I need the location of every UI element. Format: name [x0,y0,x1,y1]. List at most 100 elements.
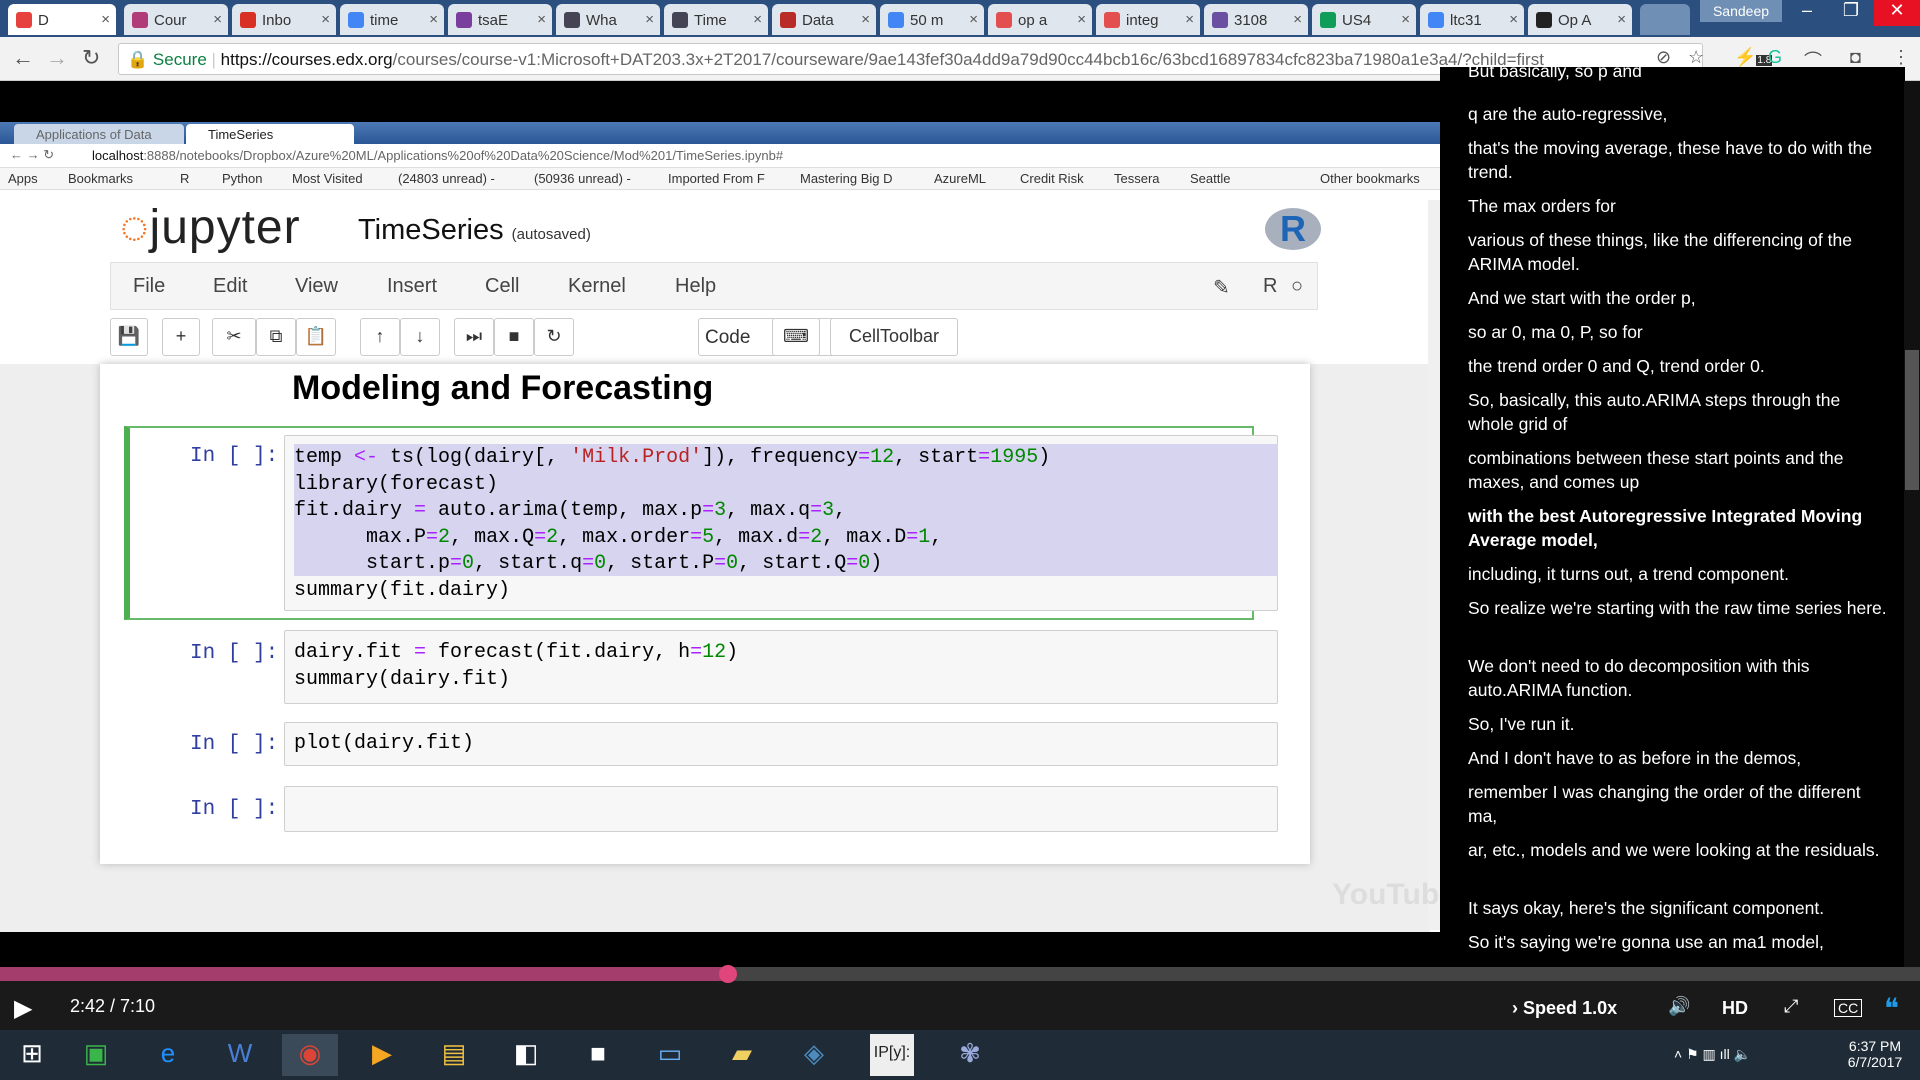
fullscreen-icon[interactable]: ⤢ [1784,996,1798,1017]
close-icon[interactable]: × [213,11,222,28]
move-up-icon: ↑ [360,318,400,356]
transcript-line-current[interactable]: with the best Autoregressive Integrated … [1468,504,1888,552]
transcript-line[interactable]: ar, etc., models and we were looking at … [1468,838,1888,862]
transcript-scroll-thumb[interactable] [1905,350,1919,490]
tab-data[interactable]: Data × [772,4,876,35]
site-icon [1212,12,1228,28]
forward-icon[interactable]: → [46,45,68,71]
tab-what[interactable]: Wha × [556,4,660,35]
close-icon[interactable]: × [645,11,654,28]
tab-op[interactable]: op a × [988,4,1092,35]
close-icon[interactable]: × [1293,11,1302,28]
start-icon[interactable]: ⊞ [4,1034,60,1076]
transcript-line[interactable]: So realize we're starting with the raw t… [1468,596,1888,620]
maximize-icon[interactable]: ❐ [1830,0,1872,26]
tab-inbox[interactable]: Inbo × [232,4,336,35]
transcript-line[interactable]: q are the auto-regressive, [1468,102,1888,126]
extension-icon[interactable]: ⚡1.8 [1734,47,1773,68]
explorer-icon[interactable]: ▤ [426,1034,482,1076]
tab-timeseries[interactable]: Time × [664,4,768,35]
play-icon[interactable]: ▶ [14,994,32,1023]
cell-prompt: In [ ]: [190,798,279,821]
store-icon[interactable]: ▣ [68,1034,124,1076]
close-window-icon[interactable]: ✕ [1874,0,1920,26]
transcript-line[interactable]: We don't need to do decomposition with t… [1468,654,1888,702]
transcript-line[interactable]: the trend order 0 and Q, trend order 0. [1468,354,1888,378]
close-icon[interactable]: × [1401,11,1410,28]
app-icon[interactable]: ◧ [498,1034,554,1076]
transcript-line[interactable]: combinations between these start points … [1468,446,1888,494]
clock[interactable]: 6:37 PM 6/7/2017 [1840,1038,1910,1070]
transcript-line[interactable]: So it's saying we're gonna use an ma1 mo… [1468,930,1888,954]
terminal-icon[interactable]: ■ [570,1034,626,1076]
captions-button[interactable]: CC [1834,999,1863,1017]
chrome-icon[interactable]: ◉ [282,1034,338,1076]
google-icon [888,12,904,28]
python-icon[interactable]: ◈ [786,1034,842,1076]
transcript-line[interactable]: So, I've run it. [1468,712,1888,736]
close-icon[interactable]: × [861,11,870,28]
transcript-line[interactable]: The max orders for [1468,194,1888,218]
profile-button[interactable]: Sandeep [1700,0,1782,22]
tab-edx[interactable]: D × [8,4,116,35]
new-tab-button[interactable] [1640,4,1690,35]
paint-icon[interactable]: ✾ [942,1034,998,1076]
ipython-icon[interactable]: IP[y]: [870,1034,914,1076]
transcript-line[interactable]: so ar 0, ma 0, P, so for [1468,320,1888,344]
transcript-line[interactable]: that's the moving average, these have to… [1468,136,1888,184]
grammarly-icon[interactable]: G [1768,47,1782,68]
remote-icon[interactable]: ▭ [642,1034,698,1076]
bookmark-star-icon[interactable]: ☆ [1688,47,1704,68]
tab-time[interactable]: time × [340,4,444,35]
transcript-line[interactable]: including, it turns out, a trend compone… [1468,562,1888,586]
close-icon[interactable]: × [1185,11,1194,28]
tab-tsae[interactable]: tsaE × [448,4,552,35]
speed-button[interactable]: › Speed 1.0x [1512,998,1617,1019]
close-icon[interactable]: × [1077,11,1086,28]
transcript-line[interactable]: But basically, so p and [1468,67,1888,83]
edit-pencil-icon: ✎ [1213,277,1230,299]
tab-us4[interactable]: US4 × [1312,4,1416,35]
menu-icon[interactable]: ⋮ [1892,47,1910,68]
gmail-icon [240,12,256,28]
transcript-line[interactable]: It says okay, here's the significant com… [1468,896,1888,920]
hd-button[interactable]: HD [1722,998,1748,1019]
reload-icon[interactable]: ↻ [82,45,100,71]
word-icon[interactable]: W [212,1034,268,1076]
extension-icon[interactable]: ⊘ [1656,47,1671,68]
close-icon[interactable]: × [101,11,110,28]
transcript-line[interactable]: And I don't have to as before in the dem… [1468,746,1888,770]
tab-course[interactable]: Cour × [124,4,228,35]
minimize-icon[interactable]: – [1786,0,1828,26]
transcript-scrollbar[interactable] [1904,81,1920,967]
close-icon[interactable]: × [753,11,762,28]
progress-knob[interactable] [719,965,737,983]
extension-icon[interactable]: ◘ [1850,47,1861,68]
transcript-toggle-icon[interactable]: ❝ [1884,992,1899,1025]
close-icon[interactable]: × [969,11,978,28]
tab-3108[interactable]: 3108 × [1204,4,1308,35]
close-icon[interactable]: × [1509,11,1518,28]
folder-icon[interactable]: ▰ [714,1034,770,1076]
cell-prompt: In [ ]: [190,733,279,756]
close-icon[interactable]: × [537,11,546,28]
transcript-line[interactable]: So, basically, this auto.ARIMA steps thr… [1468,388,1888,436]
transcript-line[interactable]: various of these things, like the differ… [1468,228,1888,276]
close-icon[interactable]: × [321,11,330,28]
tab-50m[interactable]: 50 m × [880,4,984,35]
tab-opa[interactable]: Op A × [1528,4,1632,35]
tray-icons[interactable]: ˄ ⚑ ▥ ıll 🔈 [1674,1046,1751,1063]
close-icon[interactable]: × [429,11,438,28]
transcript-panel: But basically, so p and q are the auto-r… [1440,67,1905,967]
tab-integ[interactable]: integ × [1096,4,1200,35]
media-icon[interactable]: ▶ [354,1034,410,1076]
code-block-3: plot(dairy.fit) [294,732,475,755]
tab-ltc31[interactable]: ltc31 × [1420,4,1524,35]
back-icon[interactable]: ← [12,45,34,71]
transcript-line[interactable]: remember I was changing the order of the… [1468,780,1888,828]
transcript-line[interactable]: And we start with the order p, [1468,286,1888,310]
volume-icon[interactable]: 🔊 [1668,996,1690,1017]
celltoolbar-button: CellToolbar [830,318,958,356]
close-icon[interactable]: × [1617,11,1626,28]
ie-icon[interactable]: e [140,1034,196,1076]
